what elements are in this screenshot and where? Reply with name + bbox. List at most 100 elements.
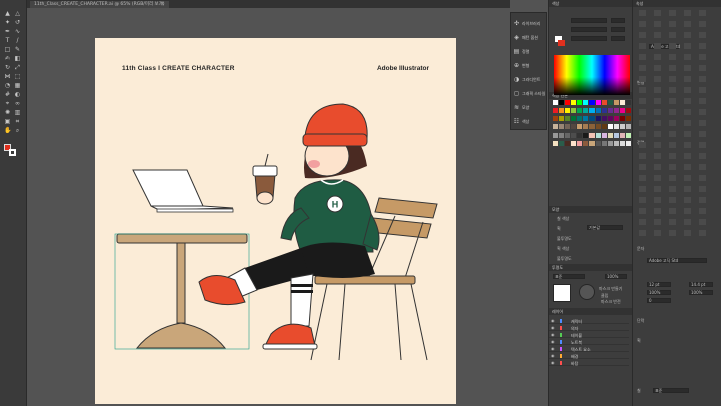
color-slider[interactable]: [571, 36, 607, 41]
color-swatch[interactable]: [559, 132, 565, 138]
color-spectrum[interactable]: [554, 55, 630, 95]
close-icon[interactable]: ×: [160, 1, 164, 7]
color-swatch[interactable]: [583, 140, 589, 146]
color-swatch[interactable]: [571, 132, 577, 138]
color-swatch[interactable]: [613, 132, 619, 138]
property-button[interactable]: [684, 219, 691, 225]
flyout-item[interactable]: ≋ 모양: [511, 101, 548, 115]
stroke-color-chip[interactable]: [558, 40, 565, 46]
width-tool-icon[interactable]: ⋈: [4, 73, 11, 80]
property-button[interactable]: [654, 186, 661, 192]
property-button[interactable]: [639, 175, 646, 181]
color-swatch[interactable]: [613, 116, 619, 122]
line-tool-icon[interactable]: /: [14, 37, 21, 44]
color-swatch[interactable]: [571, 108, 577, 114]
property-button[interactable]: [684, 87, 691, 93]
color-swatch[interactable]: [565, 132, 571, 138]
properties-panel-header[interactable]: 속성: [633, 0, 721, 7]
property-button[interactable]: [669, 175, 676, 181]
property-button[interactable]: [654, 32, 661, 38]
appearance-item[interactable]: 불투명도: [557, 256, 572, 262]
color-swatch[interactable]: [625, 116, 631, 122]
layer-row[interactable]: ◉ 배경: [549, 353, 629, 359]
property-button[interactable]: [654, 10, 661, 16]
color-swatch[interactable]: [559, 100, 565, 105]
color-swatch[interactable]: [571, 116, 577, 122]
property-button[interactable]: [639, 76, 646, 82]
property-button[interactable]: [669, 186, 676, 192]
property-button[interactable]: [639, 219, 646, 225]
flyout-item[interactable]: ▤ 정렬: [511, 45, 548, 59]
color-swatch[interactable]: [613, 140, 619, 146]
color-swatch[interactable]: [595, 132, 601, 138]
flyout-item[interactable]: ✣ 라이브러리: [511, 17, 548, 31]
color-swatch[interactable]: [565, 124, 571, 130]
property-button[interactable]: [684, 109, 691, 115]
property-button[interactable]: [654, 164, 661, 170]
property-button[interactable]: [639, 98, 646, 104]
property-button[interactable]: [699, 153, 706, 159]
flyout-item[interactable]: ◻ 그래픽 스타일: [511, 87, 548, 101]
property-button[interactable]: [654, 65, 661, 71]
rectangle-tool-icon[interactable]: □: [4, 46, 11, 53]
mask-disabled-icon[interactable]: [579, 284, 595, 300]
character[interactable]: H: [198, 103, 380, 350]
color-swatch[interactable]: [559, 140, 565, 146]
color-swatch[interactable]: [553, 140, 559, 146]
property-button[interactable]: [669, 43, 676, 49]
property-button[interactable]: [684, 65, 691, 71]
artboard-tool-icon[interactable]: ▣: [4, 118, 11, 125]
color-swatch[interactable]: [607, 140, 613, 146]
property-button[interactable]: [684, 120, 691, 126]
flyout-item[interactable]: ◑ 그라디언트: [511, 73, 548, 87]
color-swatch[interactable]: [601, 132, 607, 138]
property-button[interactable]: [669, 21, 676, 27]
slice-tool-icon[interactable]: ⌗: [14, 118, 21, 125]
color-swatch[interactable]: [619, 132, 625, 138]
layer-row[interactable]: ◉ 바탕: [549, 360, 629, 366]
property-button[interactable]: [654, 219, 661, 225]
free-transform-icon[interactable]: ⬚: [14, 73, 21, 80]
property-button[interactable]: [699, 32, 706, 38]
property-button[interactable]: [699, 197, 706, 203]
scale-icon[interactable]: ⤢: [14, 64, 21, 71]
property-button[interactable]: [639, 197, 646, 203]
graph-tool-icon[interactable]: ▥: [14, 109, 21, 116]
property-button[interactable]: [699, 164, 706, 170]
color-swatch[interactable]: [607, 132, 613, 138]
swatches-grid[interactable]: [553, 100, 631, 148]
property-button[interactable]: [669, 131, 676, 137]
color-swatch[interactable]: [553, 132, 559, 138]
property-button[interactable]: [699, 142, 706, 148]
property-button[interactable]: [639, 10, 646, 16]
color-swatch[interactable]: [601, 124, 607, 130]
property-button[interactable]: [684, 142, 691, 148]
visibility-eye-icon[interactable]: ◉: [551, 353, 555, 358]
property-button[interactable]: [654, 54, 661, 60]
color-swatch[interactable]: [613, 124, 619, 130]
character-illustration[interactable]: H: [95, 38, 456, 404]
color-swatch[interactable]: [601, 140, 607, 146]
property-button[interactable]: [669, 87, 676, 93]
property-button[interactable]: [639, 65, 646, 71]
property-button[interactable]: [669, 76, 676, 82]
laptop[interactable]: [132, 169, 234, 213]
property-button[interactable]: [669, 65, 676, 71]
property-button[interactable]: [699, 120, 706, 126]
color-swatch[interactable]: [577, 108, 583, 114]
paintbrush-icon[interactable]: ✎: [14, 46, 21, 53]
color-swatch[interactable]: [601, 100, 607, 105]
make-mask-button[interactable]: 마스크 만들기: [599, 286, 622, 292]
property-button[interactable]: [684, 32, 691, 38]
property-button[interactable]: [699, 87, 706, 93]
blend-icon[interactable]: ∞: [14, 100, 21, 107]
property-button[interactable]: [684, 98, 691, 104]
color-swatch[interactable]: [565, 108, 571, 114]
shape-builder-icon[interactable]: ◔: [4, 82, 11, 89]
property-button[interactable]: [684, 43, 691, 49]
color-swatch[interactable]: [589, 132, 595, 138]
property-button[interactable]: [699, 54, 706, 60]
color-swatch[interactable]: [589, 100, 595, 105]
color-swatch[interactable]: [607, 108, 613, 114]
flyout-item[interactable]: ◈ 패턴 옵션: [511, 31, 548, 45]
